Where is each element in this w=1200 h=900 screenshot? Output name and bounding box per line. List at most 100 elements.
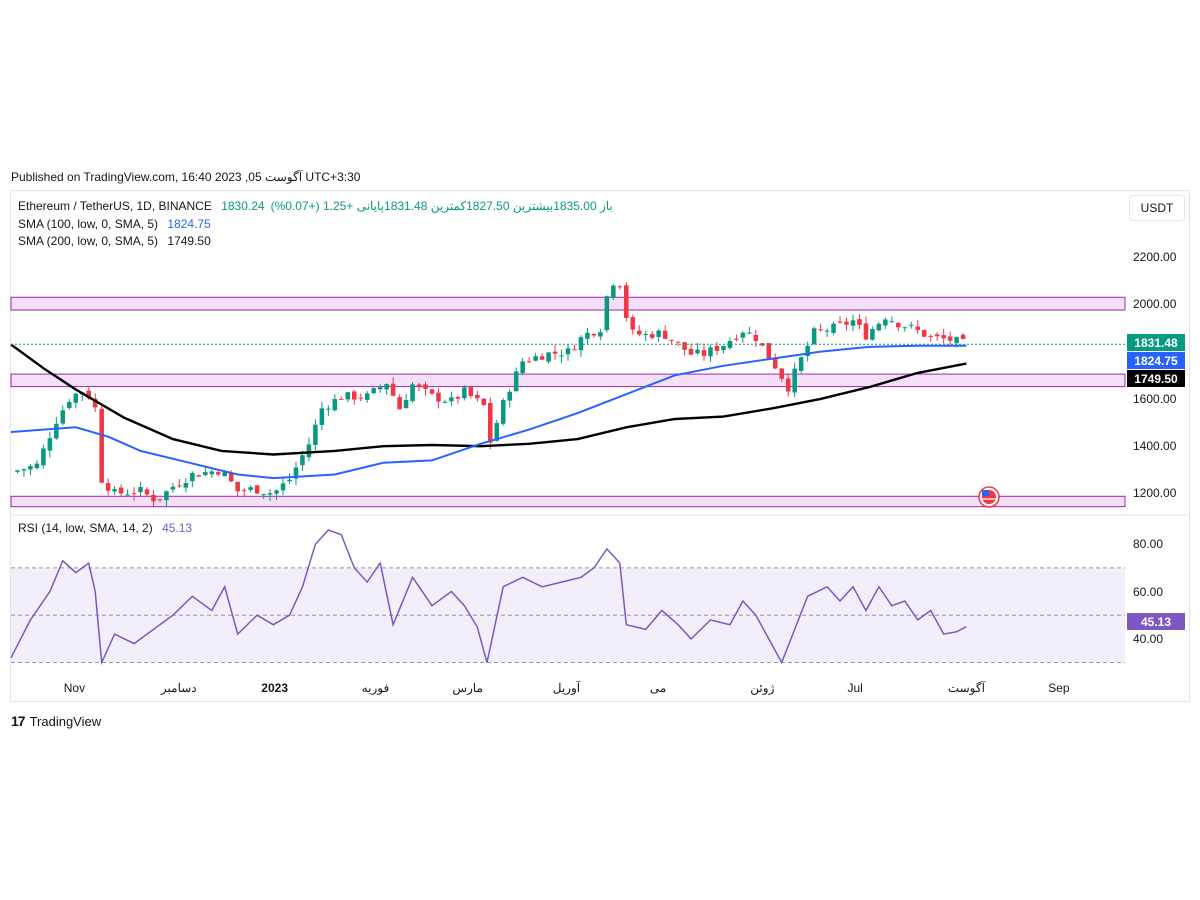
legend-sma200-row[interactable]: SMA (200, low, 0, SMA, 5) 1749.50 bbox=[18, 234, 211, 248]
candle-body bbox=[507, 391, 512, 401]
candle-body bbox=[611, 285, 616, 298]
candle-body bbox=[144, 489, 150, 495]
candle-body bbox=[99, 408, 104, 483]
legend-sma100-value: 1824.75 bbox=[167, 217, 211, 231]
candle-body bbox=[21, 469, 27, 471]
candle-body bbox=[41, 448, 46, 466]
time-tick-label: Jul bbox=[847, 681, 863, 695]
candle-body bbox=[151, 494, 156, 502]
sma200-price-tag: 1749.50 bbox=[1127, 370, 1185, 387]
candle-body bbox=[416, 384, 422, 387]
candle-body bbox=[811, 328, 817, 345]
candle-body bbox=[669, 339, 674, 341]
legend-sma200-value: 1749.50 bbox=[167, 234, 211, 248]
flag-canton bbox=[982, 490, 989, 496]
candle-body bbox=[449, 397, 454, 402]
candle-body bbox=[423, 384, 428, 389]
legend-rsi-row[interactable]: RSI (14, low, SMA, 14, 2) 45.13 bbox=[18, 521, 192, 535]
candle-body bbox=[319, 408, 325, 425]
support-zone-2 bbox=[10, 373, 1126, 388]
candle-body bbox=[818, 329, 823, 331]
tradingview-logo[interactable]: 17 TradingView bbox=[11, 713, 101, 729]
candle-body bbox=[766, 343, 772, 359]
candle-body bbox=[280, 483, 286, 491]
candle-body bbox=[954, 337, 959, 344]
time-tick-label: 2023 bbox=[261, 681, 288, 695]
candle-body bbox=[47, 438, 53, 451]
candle-body bbox=[267, 493, 273, 495]
candle-body bbox=[177, 485, 182, 487]
candle-body bbox=[339, 398, 344, 400]
candle-body bbox=[643, 334, 648, 336]
candle-body bbox=[947, 336, 953, 341]
candle-body bbox=[559, 355, 564, 357]
support-zone-3 bbox=[10, 495, 1126, 508]
candle-body bbox=[863, 323, 869, 340]
candle-body bbox=[721, 346, 726, 351]
candle-body bbox=[837, 321, 843, 323]
candle-body bbox=[468, 387, 474, 397]
candle-body bbox=[306, 444, 312, 458]
candle-body bbox=[54, 423, 59, 439]
candle-body bbox=[909, 324, 914, 326]
legend-rsi-value: 45.13 bbox=[162, 521, 193, 535]
candle-body bbox=[934, 334, 940, 337]
candle-body bbox=[682, 342, 687, 350]
candle-body bbox=[455, 396, 461, 399]
candle-body bbox=[636, 330, 642, 335]
legend-symbol-row: Ethereum / TetherUS, 1D, BINANCE 1830.24… bbox=[18, 199, 613, 213]
candle-body bbox=[870, 329, 875, 340]
time-tick-label: مارس bbox=[452, 681, 483, 695]
candle-body bbox=[552, 351, 558, 354]
last-price-tag: 1831.48 bbox=[1127, 334, 1185, 351]
candle-body bbox=[125, 494, 130, 496]
currency-button[interactable]: USDT bbox=[1129, 195, 1185, 221]
candle-body bbox=[747, 332, 752, 334]
candle-body bbox=[734, 338, 739, 340]
candle-body bbox=[254, 485, 260, 494]
candle-body bbox=[170, 486, 176, 490]
chart-canvas[interactable] bbox=[0, 0, 1200, 900]
legend-sma200-label: SMA (200, low, 0, SMA, 5) bbox=[18, 234, 159, 248]
candle-body bbox=[844, 321, 849, 325]
candle-body bbox=[352, 391, 357, 400]
rsi-value-tag: 45.13 bbox=[1127, 613, 1185, 630]
candle-body bbox=[831, 323, 836, 333]
candle-body bbox=[164, 491, 169, 501]
candle-body bbox=[332, 398, 338, 411]
candle-body bbox=[364, 393, 370, 400]
candle-body bbox=[708, 347, 713, 357]
candle-body bbox=[248, 487, 253, 490]
price-tick-label: 2000.00 bbox=[1133, 297, 1177, 312]
candle-body bbox=[714, 345, 720, 351]
candle-body bbox=[203, 472, 208, 476]
candle-body bbox=[105, 483, 111, 491]
candle-body bbox=[410, 384, 415, 402]
candle-body bbox=[798, 357, 804, 371]
candle-body bbox=[565, 348, 571, 355]
time-tick-label: فوریه bbox=[361, 681, 390, 695]
candle-body bbox=[209, 471, 215, 475]
candle-body bbox=[876, 323, 882, 331]
candle-body bbox=[740, 332, 746, 338]
price-tick-label: 1200.00 bbox=[1133, 486, 1177, 501]
candle-body bbox=[617, 286, 623, 288]
candle-body bbox=[585, 332, 590, 339]
price-tick-label: 2200.00 bbox=[1133, 250, 1177, 265]
time-tick-label: آوریل bbox=[552, 681, 581, 695]
candle-body bbox=[190, 473, 195, 482]
candle-body bbox=[539, 356, 545, 360]
us-flag-icon bbox=[978, 486, 1000, 508]
candle-body bbox=[792, 368, 797, 393]
candle-body bbox=[779, 368, 784, 379]
legend-rsi-label: RSI (14, low, SMA, 14, 2) bbox=[18, 521, 153, 535]
candle-body bbox=[481, 398, 487, 405]
candle-body bbox=[384, 383, 389, 390]
candle-body bbox=[772, 357, 778, 369]
time-tick-label: Nov bbox=[63, 681, 86, 695]
candle-body bbox=[578, 337, 584, 351]
candle-body bbox=[630, 317, 636, 330]
price-tick-label: 1400.00 bbox=[1133, 439, 1177, 454]
legend-change: +1.25 (+0.07%) bbox=[270, 199, 354, 213]
legend-sma100-row[interactable]: SMA (100, low, 0, SMA, 5) 1824.75 bbox=[18, 217, 211, 231]
